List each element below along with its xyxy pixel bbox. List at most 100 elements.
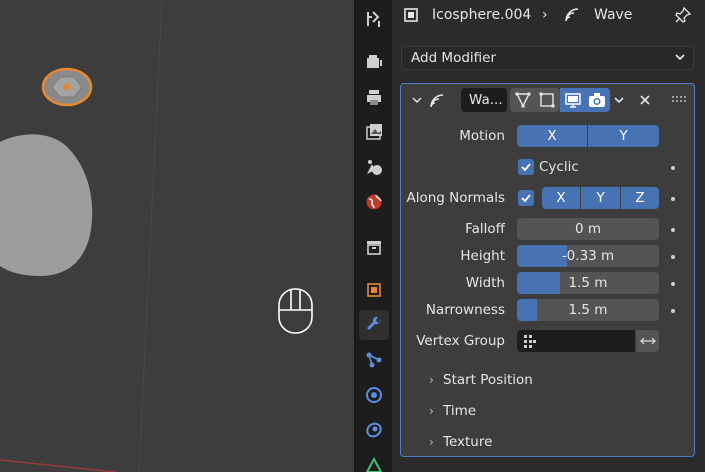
width-label: Width (465, 275, 505, 291)
modifier-name-field[interactable]: Wa... (461, 88, 507, 112)
narrowness-slider[interactable]: 1.5 m (517, 299, 659, 321)
chevron-down-icon[interactable] (612, 93, 626, 107)
tab-render[interactable] (359, 47, 389, 77)
icosphere-selected[interactable] (41, 67, 93, 107)
motion-x-toggle[interactable]: X (517, 125, 587, 147)
add-modifier-label: Add Modifier (411, 50, 497, 66)
tab-particles[interactable] (359, 345, 389, 375)
tab-world[interactable] (359, 187, 389, 217)
particles-icon (366, 352, 382, 368)
subpanel-start-position[interactable]: › Start Position (429, 371, 533, 389)
cyclic-checkbox[interactable] (518, 159, 534, 175)
tool-icon (367, 11, 380, 27)
invert-vertex-group-button[interactable] (636, 330, 659, 352)
keyframe-dot[interactable] (671, 197, 675, 201)
chevron-right-icon: › (429, 435, 434, 449)
wave-modifier-panel: Wa... Motion X Y Cyclic Along Normals X … (400, 83, 695, 457)
tab-collection[interactable] (359, 232, 389, 262)
collapse-chevron-icon[interactable] (410, 93, 424, 107)
height-slider[interactable]: -0.33 m (517, 245, 659, 267)
along-normals-label: Along Normals (406, 190, 505, 206)
normals-z-toggle[interactable]: Z (621, 187, 659, 209)
pin-icon[interactable] (674, 5, 692, 25)
checkmark-icon (521, 163, 531, 172)
tab-tool[interactable] (359, 4, 389, 34)
keyframe-dot[interactable] (671, 255, 675, 259)
wrench-icon (367, 316, 381, 330)
along-normals-checkbox[interactable] (518, 190, 534, 206)
edit-mode-toggles (510, 88, 560, 112)
tab-output[interactable] (359, 82, 389, 112)
breadcrumb-chevron-icon: › (542, 7, 548, 23)
tab-view-layer[interactable] (359, 117, 389, 147)
tab-scene[interactable] (359, 152, 389, 182)
tab-physics[interactable] (359, 380, 389, 410)
camera-back-icon (367, 55, 382, 68)
subpanel-label: Start Position (443, 372, 533, 388)
subpanel-label: Time (443, 403, 477, 419)
monitor-icon[interactable] (563, 90, 583, 110)
visibility-toggles (560, 88, 610, 112)
properties-tab-strip (354, 0, 392, 472)
x-axis-line (0, 459, 116, 472)
grid-line (138, 0, 163, 472)
camera-icon[interactable] (587, 90, 607, 110)
height-value: -0.33 m (561, 248, 615, 264)
cyclic-label: Cyclic (539, 159, 579, 175)
constraint-icon (366, 422, 382, 438)
keyframe-dot[interactable] (671, 282, 675, 286)
wave-modifier-icon (563, 5, 583, 25)
falloff-field[interactable]: 0 m (517, 218, 659, 240)
properties-editor: Icosphere.004 › Wave Add Modifier Wa... … (392, 0, 705, 472)
height-label: Height (460, 248, 505, 264)
mouse-icon (278, 288, 313, 334)
motion-y-toggle[interactable]: Y (588, 125, 659, 147)
width-slider-fill (517, 272, 560, 294)
printer-icon (367, 90, 381, 105)
subpanel-texture[interactable]: › Texture (429, 433, 492, 451)
width-slider[interactable]: 1.5 m (517, 272, 659, 294)
vertex-group-icon (524, 335, 536, 348)
gray-mesh-object[interactable] (0, 134, 93, 276)
keyframe-dot[interactable] (671, 228, 675, 232)
chevron-down-icon (675, 54, 685, 61)
arrow-left-right-icon (639, 337, 656, 345)
narrowness-label: Narrowness (425, 302, 505, 318)
wave-modifier-icon (430, 94, 444, 108)
tab-object[interactable] (359, 275, 389, 305)
tab-data[interactable] (359, 450, 389, 472)
scene-icon (367, 160, 382, 175)
object-type-icon (402, 5, 420, 25)
tab-constraints[interactable] (359, 415, 389, 445)
breadcrumb-object-name[interactable]: Icosphere.004 (432, 5, 531, 25)
subpanel-time[interactable]: › Time (429, 402, 476, 420)
3d-viewport[interactable] (0, 0, 354, 472)
vertex-group-field[interactable] (517, 330, 635, 352)
vertex-group-label: Vertex Group (416, 333, 505, 349)
collection-icon (367, 241, 381, 255)
width-value: 1.5 m (568, 275, 608, 291)
close-icon[interactable] (638, 93, 652, 107)
normals-y-toggle[interactable]: Y (581, 187, 620, 209)
properties-header: Icosphere.004 › Wave (392, 0, 705, 30)
edit-mode-icon[interactable] (537, 90, 557, 110)
add-modifier-dropdown[interactable]: Add Modifier (401, 46, 694, 70)
motion-label: Motion (459, 128, 505, 144)
falloff-value: 0 m (574, 221, 602, 237)
keyframe-dot[interactable] (671, 166, 675, 170)
keyframe-dot[interactable] (671, 309, 675, 313)
normals-x-toggle[interactable]: X (542, 187, 580, 209)
height-slider-fill (517, 245, 567, 267)
subpanel-label: Texture (443, 434, 493, 450)
drag-handle-icon[interactable] (671, 95, 687, 103)
narrowness-value: 1.5 m (568, 302, 608, 318)
checkmark-icon (521, 194, 531, 203)
tab-modifiers[interactable] (359, 310, 389, 340)
chevron-right-icon: › (429, 373, 434, 387)
on-cage-icon[interactable] (513, 90, 533, 110)
image-stack-icon (366, 124, 382, 140)
physics-icon (366, 387, 382, 403)
narrowness-slider-fill (517, 299, 537, 321)
breadcrumb-modifier-name[interactable]: Wave (594, 5, 632, 25)
object-icon (367, 283, 381, 297)
